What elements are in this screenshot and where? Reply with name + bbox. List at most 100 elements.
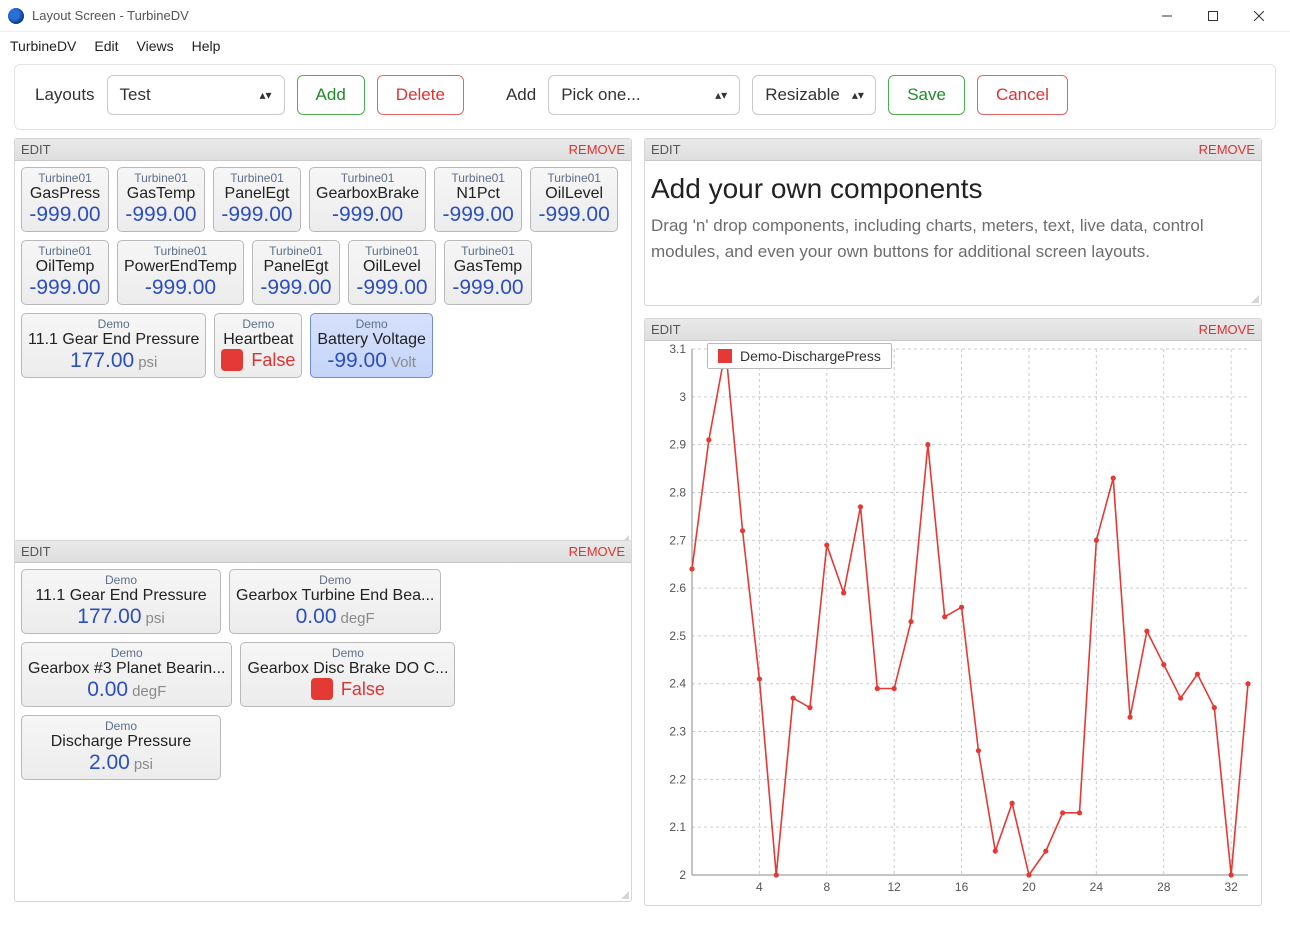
tile-name: GasPress xyxy=(28,185,102,203)
svg-text:2.5: 2.5 xyxy=(669,629,686,643)
tile[interactable]: Turbine01 OilLevel-999.00 xyxy=(530,167,618,232)
tile-source: Turbine01 xyxy=(537,171,611,185)
tiles-container: Demo 11.1 Gear End Pressure177.00psiDemo… xyxy=(21,569,501,780)
chevron-updown-icon: ▴▾ xyxy=(715,88,727,102)
menu-item[interactable]: Help xyxy=(192,38,221,54)
tile-source: Demo xyxy=(28,317,199,331)
chevron-updown-icon: ▴▾ xyxy=(260,88,272,102)
legend-swatch xyxy=(718,349,732,363)
tile-value: -999.00 xyxy=(29,276,100,299)
panel-text[interactable]: EDIT REMOVE Add your own components Drag… xyxy=(644,138,1262,306)
tile-value: 0.00 xyxy=(296,605,337,628)
tile[interactable]: Demo Gearbox #3 Planet Bearin...0.00degF xyxy=(21,642,232,707)
maximize-button[interactable] xyxy=(1190,0,1236,32)
svg-text:2.9: 2.9 xyxy=(669,438,686,452)
tile-value: 2.00 xyxy=(89,751,130,774)
tile-name: Gearbox Disc Brake DO C... xyxy=(247,660,448,678)
tile-value: 177.00 xyxy=(77,605,141,628)
panel-tiles-top[interactable]: EDIT REMOVE Turbine01 GasPress-999.00Tur… xyxy=(14,138,632,546)
tile-value: -999.00 xyxy=(29,203,100,226)
tile-value: -99.00 xyxy=(327,349,387,372)
panel-remove-button[interactable]: REMOVE xyxy=(569,544,625,559)
svg-text:3.1: 3.1 xyxy=(669,343,686,356)
panel-edit-label[interactable]: EDIT xyxy=(21,544,51,559)
text-panel-body: Drag 'n' drop components, including char… xyxy=(651,213,1255,266)
tile[interactable]: Turbine01 PanelEgt-999.00 xyxy=(252,240,340,305)
panel-remove-button[interactable]: REMOVE xyxy=(1199,142,1255,157)
minimize-button[interactable] xyxy=(1144,0,1190,32)
tile[interactable]: Turbine01 OilLevel-999.00 xyxy=(348,240,436,305)
tile[interactable]: Turbine01 GasPress-999.00 xyxy=(21,167,109,232)
tile-name: Gearbox Turbine End Bea... xyxy=(236,587,434,605)
save-button[interactable]: Save xyxy=(888,75,965,115)
tile-name: OilTemp xyxy=(28,258,102,276)
layouts-add-button[interactable]: Add xyxy=(297,75,365,115)
tile[interactable]: Turbine01 PowerEndTemp-999.00 xyxy=(117,240,244,305)
panel-chart[interactable]: EDIT REMOVE Demo-DischargePress 22.12.22… xyxy=(644,318,1262,906)
tile[interactable]: Demo HeartbeatFalse xyxy=(214,313,302,378)
tile[interactable]: Turbine01 OilTemp-999.00 xyxy=(21,240,109,305)
svg-text:20: 20 xyxy=(1022,880,1036,894)
layouts-select[interactable]: Test ▴▾ xyxy=(107,75,285,115)
chart-legend: Demo-DischargePress xyxy=(707,343,892,369)
svg-text:2.3: 2.3 xyxy=(669,725,686,739)
tile-value: -999.00 xyxy=(332,203,403,226)
tile[interactable]: Turbine01 N1Pct-999.00 xyxy=(434,167,522,232)
tile-bool-value: False xyxy=(341,679,385,700)
svg-text:32: 32 xyxy=(1224,880,1238,894)
tile-name: Battery Voltage xyxy=(317,331,426,349)
tile-value: -999.00 xyxy=(452,276,523,299)
panel-edit-label[interactable]: EDIT xyxy=(21,142,51,157)
tile-source: Turbine01 xyxy=(28,244,102,258)
component-select[interactable]: Pick one... ▴▾ xyxy=(548,75,740,115)
tile-source: Turbine01 xyxy=(355,244,429,258)
toolbar: Layouts Test ▴▾ Add Delete Add Pick one.… xyxy=(14,64,1276,130)
menu-item[interactable]: Views xyxy=(137,38,174,54)
menu-item[interactable]: Edit xyxy=(94,38,118,54)
svg-text:4: 4 xyxy=(756,880,763,894)
panel-remove-button[interactable]: REMOVE xyxy=(1199,322,1255,337)
tile[interactable]: Demo Gearbox Turbine End Bea...0.00degF xyxy=(229,569,441,634)
tile-value: -999.00 xyxy=(356,276,427,299)
title-bar: Layout Screen - TurbineDV xyxy=(0,0,1290,32)
svg-text:2.6: 2.6 xyxy=(669,581,686,595)
tile-name: GearboxBrake xyxy=(316,185,419,203)
tile[interactable]: Turbine01 GearboxBrake-999.00 xyxy=(309,167,426,232)
tile-unit: psi xyxy=(138,354,157,371)
layouts-delete-button[interactable]: Delete xyxy=(377,75,464,115)
tiles-container: Turbine01 GasPress-999.00Turbine01 GasTe… xyxy=(21,167,625,378)
resize-handle[interactable] xyxy=(1249,293,1259,303)
tile-source: Turbine01 xyxy=(451,244,525,258)
tile[interactable]: Demo 11.1 Gear End Pressure177.00psi xyxy=(21,569,221,634)
tile-value: 0.00 xyxy=(87,678,128,701)
menu-item[interactable]: TurbineDV xyxy=(10,38,76,54)
tile[interactable]: Demo Battery Voltage-99.00Volt xyxy=(310,313,433,378)
tile[interactable]: Demo 11.1 Gear End Pressure177.00psi xyxy=(21,313,206,378)
tile[interactable]: Demo Gearbox Disc Brake DO C...False xyxy=(240,642,455,707)
panel-edit-label[interactable]: EDIT xyxy=(651,142,681,157)
status-indicator xyxy=(311,678,333,700)
tile-name: 11.1 Gear End Pressure xyxy=(28,587,214,605)
tile[interactable]: Turbine01 GasTemp-999.00 xyxy=(444,240,532,305)
panel-edit-label[interactable]: EDIT xyxy=(651,322,681,337)
tile-source: Demo xyxy=(28,573,214,587)
tile[interactable]: Turbine01 GasTemp-999.00 xyxy=(117,167,205,232)
close-button[interactable] xyxy=(1236,0,1282,32)
line-chart[interactable]: 22.12.22.32.42.52.62.72.82.933.148121620… xyxy=(647,343,1259,903)
tile-source: Turbine01 xyxy=(316,171,419,185)
layouts-select-value: Test xyxy=(120,85,151,105)
panel-remove-button[interactable]: REMOVE xyxy=(569,142,625,157)
tile[interactable]: Demo Discharge Pressure2.00psi xyxy=(21,715,221,780)
resize-handle[interactable] xyxy=(619,889,629,899)
tile[interactable]: Turbine01 PanelEgt-999.00 xyxy=(213,167,301,232)
tile-source: Turbine01 xyxy=(28,171,102,185)
cancel-button[interactable]: Cancel xyxy=(977,75,1068,115)
menu-bar: TurbineDV Edit Views Help xyxy=(0,32,1290,60)
tile-value: -999.00 xyxy=(221,203,292,226)
tile-name: PanelEgt xyxy=(220,185,294,203)
mode-select[interactable]: Resizable ▴▾ xyxy=(752,75,876,115)
svg-text:28: 28 xyxy=(1157,880,1171,894)
legend-label: Demo-DischargePress xyxy=(740,348,881,364)
app-icon xyxy=(8,8,24,24)
panel-tiles-bottom[interactable]: EDIT REMOVE Demo 11.1 Gear End Pressure1… xyxy=(14,540,632,902)
